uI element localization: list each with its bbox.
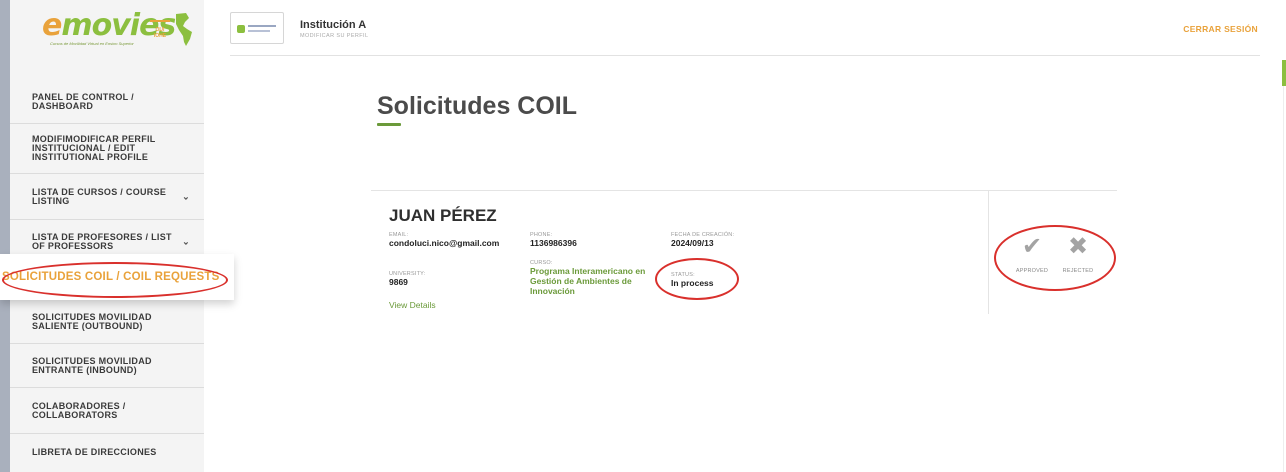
sidebar-item-label: LISTA DE PROFESORES / LIST OF PROFESSORS [32,231,172,251]
actions-annotation [994,225,1116,291]
sidebar-item-label: SOLICITUDES MOVILIDAD SALIENTE (OUTBOUND… [32,311,152,331]
top-header: Institución A MODIFICAR SU PERFIL CERRAR… [230,0,1260,56]
status-annotation [655,258,739,300]
scrollbar-track[interactable] [1283,86,1284,472]
phone-value: 1136986396 [530,238,577,248]
sidebar-item-inbound[interactable]: SOLICITUDES MOVILIDAD ENTRANTE (INBOUND) [10,344,204,388]
logo-tagline: Cursos de Movilidad Virtual en Ensino Su… [50,41,134,46]
edit-profile-link[interactable]: MODIFICAR SU PERFIL [300,33,368,39]
sidebar-item-label: COLABORADORES / COLLABORATORS [32,400,126,420]
institution-name: Institución A [300,19,367,31]
scrollbar-thumb[interactable] [1282,60,1286,86]
title-underline [377,123,401,126]
applicant-name: JUAN PÉREZ [389,206,497,225]
institution-logo-mark [237,25,245,33]
americas-map-icon [176,13,192,46]
chevron-down-icon[interactable]: ⌄ [182,192,190,201]
logout-button[interactable]: CERRAR SESIÓN [1183,24,1258,34]
created-date-value: 2024/09/13 [671,238,714,248]
university-value: 9869 [389,277,408,287]
sidebar-item-label: MODIFIMODIFICAR PERFIL INSTITUCIONAL / E… [32,134,156,162]
view-details-link[interactable]: View Details [389,300,436,310]
sidebar-item-outbound[interactable]: SOLICITUDES MOVILIDAD SALIENTE (OUTBOUND… [10,300,204,344]
sidebar-item-collaborators[interactable]: COLABORADORES / COLLABORATORS [10,388,204,434]
window-edge [0,0,10,472]
sidebar-item-label: LIBRETA DE DIRECCIONES [32,446,157,457]
oui-logo: OUI IOHE [150,20,170,42]
institution-logo[interactable] [230,12,284,44]
emovies-logo[interactable]: emovies Cursos de Movilidad Virtual en E… [30,6,200,50]
card-divider [988,190,989,314]
highlight-annotation [2,262,228,298]
sidebar-item-edit-profile[interactable]: MODIFIMODIFICAR PERFIL INSTITUCIONAL / E… [10,124,204,174]
chevron-down-icon[interactable]: ⌄ [182,237,190,246]
sidebar-item-label: LISTA DE CURSOS / COURSE LISTING [32,186,167,206]
institution-logo-line [248,30,270,32]
page-title: Solicitudes COIL [377,92,578,120]
email-value: condoluci.nico@gmail.com [389,238,500,248]
institution-logo-line [248,25,276,27]
sidebar-item-course-listing[interactable]: LISTA DE CURSOS / COURSE LISTING ⌄ [10,174,204,220]
sidebar-item-label: PANEL DE CONTROL / DASHBOARD [32,91,134,111]
sidebar-item-label: SOLICITUDES MOVILIDAD ENTRANTE (INBOUND) [32,355,152,375]
course-value[interactable]: Programa Interamericano en Gestión de Am… [530,266,660,296]
sidebar-item-address-book[interactable]: LIBRETA DE DIRECCIONES [10,434,204,470]
sidebar-item-dashboard[interactable]: PANEL DE CONTROL / DASHBOARD [10,80,204,124]
